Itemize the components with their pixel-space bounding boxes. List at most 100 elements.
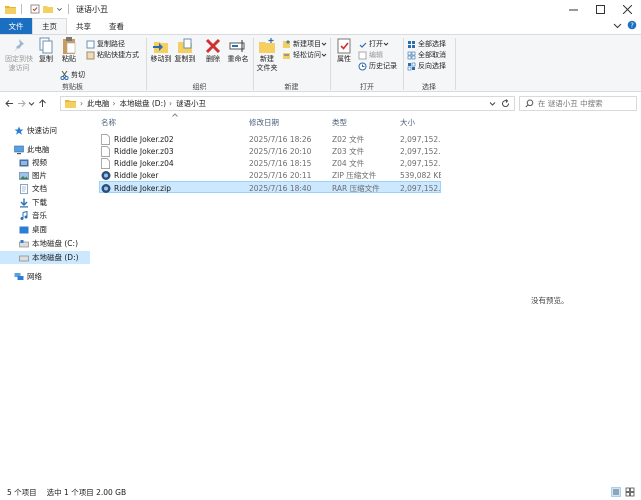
nav-this-pc[interactable]: 此电脑 bbox=[0, 143, 90, 156]
nav-label: 下载 bbox=[32, 198, 47, 207]
table-row[interactable]: Riddle Joker.zip 2025/7/16 18:40 RAR 压缩文… bbox=[99, 181, 441, 193]
column-header-type[interactable]: 类型 bbox=[332, 116, 397, 128]
chevron-down-icon[interactable] bbox=[56, 4, 63, 14]
file-type: Z03 文件 bbox=[332, 146, 365, 156]
column-header-name[interactable]: 名称 bbox=[101, 116, 246, 128]
select-all-button[interactable]: 全部选择 bbox=[407, 39, 446, 49]
properties-button[interactable]: 属性 bbox=[333, 37, 355, 64]
paste-shortcut-label: 粘贴快捷方式 bbox=[97, 51, 139, 59]
easy-access-button[interactable]: 轻松访问 bbox=[282, 50, 329, 60]
move-to-button[interactable]: 移动到 bbox=[149, 37, 173, 64]
cut-button[interactable]: 剪切 bbox=[60, 70, 85, 80]
nav-videos[interactable]: 视频 bbox=[0, 156, 90, 169]
file-name: Riddle Joker.zip bbox=[114, 183, 171, 193]
nav-label: 本地磁盘 (D:) bbox=[32, 253, 79, 262]
delete-icon bbox=[205, 38, 221, 54]
navigation-bar: › 此电脑 › 本地磁盘 (D:) › 谜语小丑 bbox=[0, 93, 641, 113]
chevron-down-icon bbox=[383, 42, 389, 46]
new-folder-icon[interactable] bbox=[43, 4, 53, 14]
minimize-button[interactable] bbox=[560, 0, 587, 18]
open-button[interactable]: 打开 bbox=[358, 39, 391, 49]
pin-icon bbox=[14, 39, 24, 52]
chevron-down-icon[interactable] bbox=[613, 20, 622, 30]
breadcrumb-current[interactable]: 谜语小丑 bbox=[176, 98, 206, 109]
nav-documents[interactable]: 文档 bbox=[0, 182, 90, 195]
paste-shortcut-button[interactable]: 粘贴快捷方式 bbox=[86, 50, 139, 60]
edit-button[interactable]: 编辑 bbox=[358, 50, 383, 60]
nav-label: 文档 bbox=[32, 184, 47, 193]
tab-share[interactable]: 共享 bbox=[67, 18, 100, 34]
address-bar[interactable]: › 此电脑 › 本地磁盘 (D:) › 谜语小丑 bbox=[60, 96, 515, 111]
nav-label: 网络 bbox=[27, 272, 42, 281]
invert-selection-icon bbox=[407, 62, 416, 70]
chevron-down-icon[interactable] bbox=[489, 100, 496, 107]
history-button[interactable]: 历史记录 bbox=[358, 61, 397, 71]
file-name: Riddle Joker.z04 bbox=[114, 158, 174, 168]
refresh-icon[interactable] bbox=[501, 99, 510, 108]
pin-quick-access-button[interactable]: 固定到快 速访问 bbox=[3, 37, 35, 73]
rename-button[interactable]: 重命名 bbox=[225, 37, 251, 64]
column-header-size[interactable]: 大小 bbox=[400, 116, 440, 128]
breadcrumb-disk-d[interactable]: 本地磁盘 (D:) bbox=[120, 98, 167, 109]
file-size: 2,097,152... bbox=[400, 134, 441, 144]
forward-button[interactable] bbox=[15, 95, 27, 111]
ribbon: 固定到快 速访问 复制 粘贴 复制路径 粘贴快捷方式 剪切 剪贴板 移动到 复制… bbox=[0, 34, 641, 92]
nav-music[interactable]: 音乐 bbox=[0, 209, 90, 222]
copy-to-button[interactable]: 复制到 bbox=[173, 37, 197, 64]
nav-quick-access[interactable]: 快速访问 bbox=[0, 124, 90, 137]
search-icon bbox=[525, 99, 534, 108]
chevron-right-icon: › bbox=[112, 99, 116, 108]
table-row[interactable]: Riddle Joker.z03 2025/7/16 20:10 Z03 文件 … bbox=[99, 145, 441, 157]
nav-disk-d[interactable]: 本地磁盘 (D:) bbox=[0, 251, 90, 264]
window-title: 谜语小丑 bbox=[76, 4, 108, 14]
nav-downloads[interactable]: 下载 bbox=[0, 196, 90, 209]
selection-info: 选中 1 个项目 2.00 GB bbox=[46, 487, 127, 497]
new-folder-button[interactable]: 新建 文件夹 bbox=[255, 37, 279, 73]
paste-button[interactable]: 粘贴 bbox=[58, 37, 80, 64]
properties-icon[interactable] bbox=[30, 4, 40, 14]
copy-label: 复制 bbox=[39, 55, 53, 63]
chevron-down-icon bbox=[321, 53, 327, 57]
minimize-icon bbox=[569, 9, 578, 10]
file-type: Z04 文件 bbox=[332, 158, 365, 168]
table-row[interactable]: Riddle Joker 2025/7/16 20:11 ZIP 压缩文件 53… bbox=[99, 169, 441, 181]
table-row[interactable]: Riddle Joker.z02 2025/7/16 18:26 Z02 文件 … bbox=[99, 133, 441, 145]
search-input[interactable] bbox=[537, 99, 636, 108]
maximize-button[interactable] bbox=[587, 0, 614, 18]
music-icon bbox=[20, 210, 28, 220]
copy-button[interactable]: 复制 bbox=[36, 37, 56, 64]
details-view-icon[interactable] bbox=[611, 487, 621, 497]
paste-shortcut-icon bbox=[86, 51, 95, 59]
file-modified: 2025/7/16 20:11 bbox=[249, 170, 312, 180]
large-icons-view-icon[interactable] bbox=[625, 487, 635, 497]
delete-button[interactable]: 删除 bbox=[202, 37, 224, 64]
tab-view[interactable]: 查看 bbox=[100, 18, 133, 34]
nav-desktop[interactable]: 桌面 bbox=[0, 223, 90, 236]
folder-icon bbox=[5, 5, 16, 14]
invert-selection-button[interactable]: 反向选择 bbox=[407, 61, 446, 71]
cut-label: 剪切 bbox=[71, 71, 85, 79]
nav-pictures[interactable]: 图片 bbox=[0, 169, 90, 182]
ribbon-controls: ? bbox=[613, 20, 637, 30]
column-header-modified[interactable]: 修改日期 bbox=[249, 116, 329, 128]
up-button[interactable] bbox=[36, 95, 48, 111]
clipboard-group: 固定到快 速访问 复制 粘贴 复制路径 粘贴快捷方式 剪切 剪贴板 bbox=[0, 35, 145, 93]
tab-home[interactable]: 主页 bbox=[32, 18, 67, 34]
recent-locations-button[interactable] bbox=[27, 95, 36, 111]
back-button[interactable] bbox=[3, 95, 15, 111]
breadcrumb-this-pc[interactable]: 此电脑 bbox=[87, 98, 110, 109]
tab-file[interactable]: 文件 bbox=[0, 18, 32, 34]
folder-icon bbox=[65, 100, 76, 108]
nav-network[interactable]: 网络 bbox=[0, 270, 90, 283]
file-modified: 2025/7/16 20:10 bbox=[249, 146, 312, 156]
archive-icon bbox=[101, 170, 111, 180]
chevron-down-icon bbox=[28, 101, 35, 106]
table-row[interactable]: Riddle Joker.z04 2025/7/16 18:15 Z04 文件 … bbox=[99, 157, 441, 169]
new-item-button[interactable]: 新建项目 bbox=[282, 39, 329, 49]
copy-path-button[interactable]: 复制路径 bbox=[86, 39, 125, 49]
help-icon[interactable]: ? bbox=[627, 20, 637, 30]
select-none-button[interactable]: 全部取消 bbox=[407, 50, 446, 60]
nav-disk-c[interactable]: 本地磁盘 (C:) bbox=[0, 237, 90, 250]
download-icon bbox=[20, 198, 28, 207]
close-button[interactable] bbox=[614, 0, 641, 18]
